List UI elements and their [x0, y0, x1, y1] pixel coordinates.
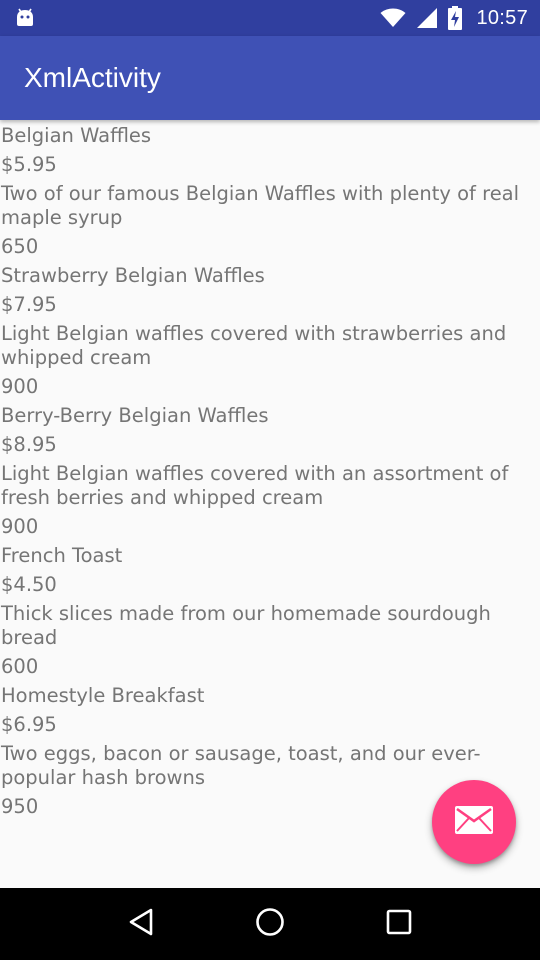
app-title: XmlActivity	[24, 62, 161, 93]
signal-icon	[416, 7, 438, 29]
item-description: Two of our famous Belgian Waffles with p…	[1, 182, 520, 229]
android-icon	[14, 8, 36, 28]
battery-charging-icon	[448, 6, 463, 30]
item-price: $7.95	[1, 293, 57, 316]
item-name: French Toast	[1, 544, 123, 567]
status-right: 10:57	[380, 6, 528, 30]
status-left	[14, 8, 36, 28]
item-name: Homestyle Breakfast	[1, 684, 205, 707]
item-price: $8.95	[1, 433, 57, 456]
list-item: Strawberry Belgian Waffles $7.95 Light B…	[0, 264, 540, 399]
back-icon	[128, 908, 154, 940]
item-name: Strawberry Belgian Waffles	[1, 264, 265, 287]
item-calories: 900	[1, 515, 39, 538]
email-icon	[455, 806, 493, 838]
wifi-icon	[380, 8, 406, 28]
item-description: Light Belgian waffles covered with straw…	[1, 322, 507, 369]
email-fab-button[interactable]	[432, 780, 516, 864]
item-description: Thick slices made from our homemade sour…	[1, 602, 491, 649]
list-item: French Toast $4.50 Thick slices made fro…	[0, 544, 540, 679]
item-calories: 650	[1, 235, 39, 258]
navigation-bar	[0, 888, 540, 960]
item-price: $6.95	[1, 713, 57, 736]
list-item: Belgian Waffles $5.95 Two of our famous …	[0, 124, 540, 259]
menu-list: Belgian Waffles $5.95 Two of our famous …	[0, 120, 540, 888]
app-bar: XmlActivity	[0, 36, 540, 120]
back-button[interactable]	[111, 894, 171, 954]
recents-icon	[386, 909, 412, 939]
status-time: 10:57	[476, 6, 528, 29]
home-icon	[255, 907, 285, 941]
item-price: $5.95	[1, 153, 57, 176]
status-bar: 10:57	[0, 0, 540, 36]
item-name: Belgian Waffles	[1, 124, 152, 147]
item-calories: 900	[1, 375, 39, 398]
list-item: Berry-Berry Belgian Waffles $8.95 Light …	[0, 404, 540, 539]
item-price: $4.50	[1, 573, 57, 596]
item-name: Berry-Berry Belgian Waffles	[1, 404, 269, 427]
recents-button[interactable]	[369, 894, 429, 954]
home-button[interactable]	[240, 894, 300, 954]
item-calories: 600	[1, 655, 39, 678]
item-description: Light Belgian waffles covered with an as…	[1, 462, 509, 509]
